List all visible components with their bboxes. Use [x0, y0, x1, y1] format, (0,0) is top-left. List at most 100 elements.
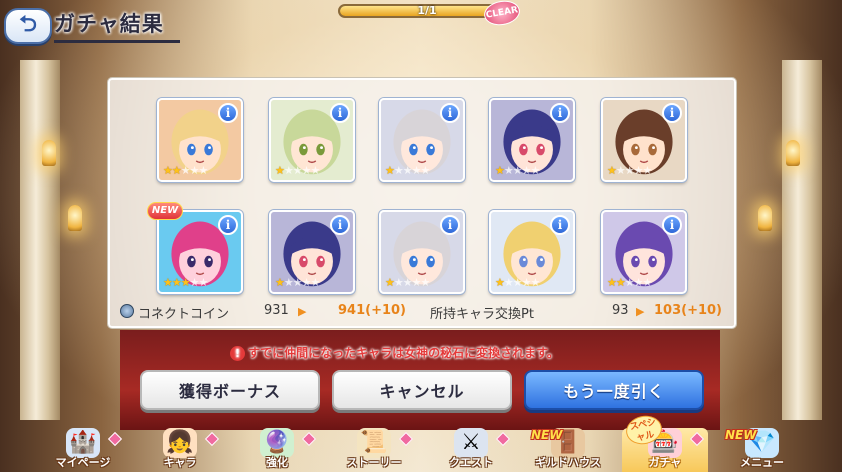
- star-filled-icon: ★: [171, 164, 182, 177]
- star-empty-icon: ★: [198, 276, 209, 289]
- bottom-nav: 🏰 マイページ 👧 キャラ 🔮 強化 📜 ストーリー ⚔ クエスト 🚪 ギルドハウス NEW 🎰 ガチャ 💎 メ…: [0, 428, 842, 472]
- star-filled-icon: ★: [607, 164, 617, 177]
- star-empty-icon: ★: [292, 276, 303, 289]
- pink-gem-icon: [398, 431, 414, 447]
- pink-gem-icon: [689, 431, 705, 447]
- pink-gem-icon: [204, 431, 220, 447]
- character-card[interactable]: i ★★★★★: [157, 98, 243, 182]
- nav-new-badge: NEW: [531, 428, 563, 442]
- star-empty-icon: ★: [642, 164, 653, 177]
- title-underline: [54, 40, 180, 43]
- connect-coin-icon: [120, 304, 134, 318]
- star-empty-icon: ★: [283, 276, 294, 289]
- rarity-stars: ★★★★★: [385, 276, 430, 289]
- coin-label: コネクトコイン: [138, 307, 230, 322]
- star-empty-icon: ★: [310, 164, 321, 177]
- rarity-stars: ★★★★★: [607, 276, 653, 289]
- star-filled-icon: ★: [275, 164, 285, 177]
- character-card[interactable]: i ★★★★★: [379, 210, 465, 294]
- star-empty-icon: ★: [624, 276, 635, 289]
- info-icon[interactable]: i: [662, 215, 682, 235]
- rarity-stars: ★★★★★: [385, 164, 431, 177]
- star-filled-icon: ★: [163, 164, 173, 177]
- star-empty-icon: ★: [521, 164, 532, 177]
- pink-gem-icon: [107, 431, 123, 447]
- info-icon[interactable]: i: [440, 103, 460, 123]
- character-card[interactable]: i ★★★★★: [269, 98, 355, 182]
- wall-lamp-left-lower: [68, 205, 82, 231]
- star-filled-icon: ★: [385, 164, 395, 177]
- bonus-button[interactable]: 獲得ボーナス: [140, 370, 320, 410]
- nav-label: メニュー: [740, 456, 784, 469]
- star-empty-icon: ★: [512, 164, 523, 177]
- character-card[interactable]: i ★★★★★: [379, 98, 465, 182]
- cancel-button[interactable]: キャンセル: [332, 370, 512, 410]
- star-empty-icon: ★: [633, 164, 644, 177]
- nav-item[interactable]: ⚔ クエスト: [428, 428, 514, 472]
- star-empty-icon: ★: [283, 164, 294, 177]
- info-icon[interactable]: i: [550, 215, 570, 235]
- star-empty-icon: ★: [420, 164, 431, 177]
- info-icon[interactable]: i: [218, 215, 238, 235]
- conversion-warning: ! すでに仲間になったキャラは女神の秘石に変換されます。: [230, 344, 559, 361]
- star-filled-icon: ★: [180, 276, 191, 289]
- pillar-right: [782, 60, 822, 420]
- star-empty-icon: ★: [642, 276, 653, 289]
- character-card[interactable]: i ★★★★★: [601, 210, 687, 294]
- nav-new-badge: NEW: [725, 428, 757, 442]
- rarity-stars: ★★★★★: [275, 276, 320, 289]
- star-empty-icon: ★: [411, 276, 422, 289]
- nav-label: ストーリー: [346, 456, 402, 469]
- rarity-stars: ★★★★★: [163, 164, 209, 177]
- star-empty-icon: ★: [189, 276, 200, 289]
- rarity-stars: ★★★★★: [495, 276, 540, 289]
- info-icon[interactable]: i: [440, 215, 460, 235]
- nav-item[interactable]: 📜 ストーリー: [331, 428, 417, 472]
- star-filled-icon: ★: [495, 276, 505, 289]
- nav-label: クエスト: [449, 456, 493, 469]
- star-empty-icon: ★: [633, 276, 644, 289]
- character-card[interactable]: i ★★★★★: [601, 98, 687, 182]
- coin-after: 941(+10): [338, 303, 407, 318]
- pink-gem-icon: [495, 431, 511, 447]
- character-card[interactable]: i ★★★★★: [489, 210, 575, 294]
- warning-icon: !: [230, 346, 245, 361]
- info-icon[interactable]: i: [330, 103, 350, 123]
- nav-item[interactable]: 🔮 強化: [234, 428, 320, 472]
- wall-lamp-right: [786, 140, 800, 166]
- info-icon[interactable]: i: [330, 215, 350, 235]
- nav-label: ギルドハウス: [535, 456, 601, 469]
- rarity-stars: ★★★★★: [607, 164, 653, 177]
- page-title: ガチャ結果: [54, 12, 164, 36]
- star-filled-icon: ★: [607, 276, 617, 289]
- star-empty-icon: ★: [301, 164, 312, 177]
- character-card[interactable]: i ★★★★★: [269, 210, 355, 294]
- back-button[interactable]: ⮌: [4, 8, 52, 44]
- rarity-stars: ★★★★★: [163, 276, 209, 289]
- character-card[interactable]: i ★★★★★: [489, 98, 575, 182]
- info-icon[interactable]: i: [662, 103, 682, 123]
- rarity-stars: ★★★★★: [495, 164, 540, 177]
- star-empty-icon: ★: [180, 164, 191, 177]
- star-empty-icon: ★: [411, 164, 422, 177]
- nav-item[interactable]: 👧 キャラ: [137, 428, 223, 472]
- pt-arrow-icon: ▶: [636, 305, 645, 318]
- star-empty-icon: ★: [512, 276, 523, 289]
- pink-gem-icon: [301, 431, 317, 447]
- star-empty-icon: ★: [393, 276, 404, 289]
- draw-again-button[interactable]: もう一度引く: [524, 370, 704, 410]
- star-empty-icon: ★: [503, 276, 514, 289]
- star-filled-icon: ★: [171, 276, 182, 289]
- rarity-stars: ★★★★★: [275, 164, 321, 177]
- info-icon[interactable]: i: [550, 103, 570, 123]
- info-icon[interactable]: i: [218, 103, 238, 123]
- wall-lamp-right-lower: [758, 205, 772, 231]
- star-empty-icon: ★: [615, 164, 626, 177]
- pillar-left: [20, 60, 60, 420]
- pt-label: 所持キャラ交換Pt: [430, 307, 534, 322]
- nav-item[interactable]: 🏰 マイページ: [40, 428, 126, 472]
- character-card[interactable]: i ★★★★★: [157, 210, 243, 294]
- pt-after: 103(+10): [654, 303, 723, 318]
- star-empty-icon: ★: [402, 164, 413, 177]
- star-empty-icon: ★: [198, 164, 209, 177]
